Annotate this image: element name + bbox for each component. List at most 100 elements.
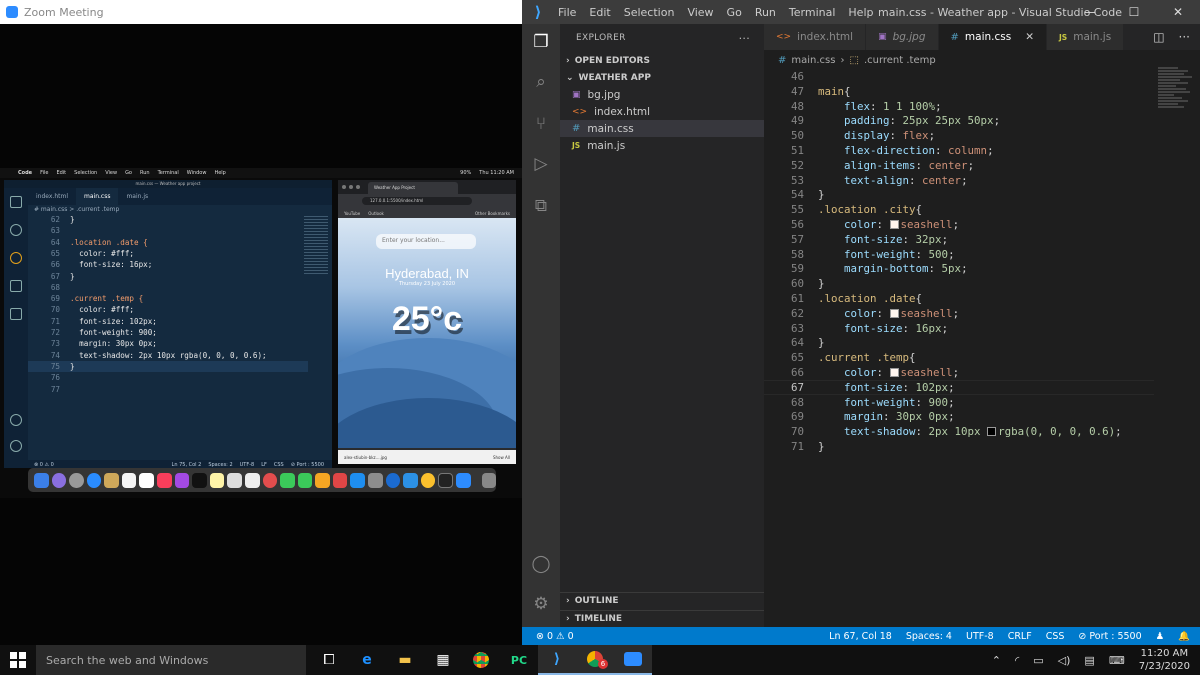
minimize-button[interactable]: — — [1068, 0, 1112, 24]
code-token: 102px — [915, 380, 949, 394]
minimap[interactable] — [1154, 66, 1200, 156]
shared-line-number: 71 — [50, 316, 60, 326]
zoom-taskbar-icon[interactable] — [614, 645, 652, 675]
bookmark-item: YouTube — [344, 210, 361, 216]
mac-menu-1: File — [40, 170, 49, 176]
action-center-icon[interactable]: ▤ — [1084, 654, 1094, 667]
code-token: ; — [948, 247, 955, 261]
search-icon[interactable]: ⌕ — [531, 72, 551, 92]
code-line: .current .temp{ — [818, 351, 916, 364]
menu-help[interactable]: Help — [848, 6, 873, 19]
keyboard-icon[interactable]: ⌨ — [1109, 654, 1125, 667]
taskbar-clock[interactable]: 11:20 AM 7/23/2020 — [1139, 647, 1190, 673]
taskbar-search-box[interactable]: Search the web and Windows — [36, 645, 306, 675]
breadcrumb-file[interactable]: main.css — [791, 55, 835, 66]
tray-overflow-icon[interactable]: ⌃ — [992, 654, 1001, 667]
battery-icon[interactable]: ▭ — [1033, 654, 1043, 667]
code-token: : — [935, 144, 949, 157]
code-token: : — [889, 114, 903, 128]
code-token: rgba(0, 0, 0, 0.6) — [998, 425, 1116, 439]
siri-icon — [51, 472, 67, 488]
vscode-window: ⟩ File Edit Selection View Go Run Termin… — [522, 0, 1200, 645]
file-main-css[interactable]: # main.css — [560, 120, 764, 137]
source-control-icon[interactable]: ⑂ — [531, 114, 551, 134]
breadcrumb-symbol[interactable]: .current .temp — [864, 55, 936, 66]
run-icon — [10, 280, 22, 292]
problems-indicator[interactable]: ⊗ 0 ⚠ 0 — [536, 631, 574, 642]
windows-taskbar: Search the web and Windows ⧠ e ▬ ▦ PC ⟩ … — [0, 645, 1200, 675]
volume-icon[interactable]: ◁) — [1058, 654, 1071, 667]
more-actions-icon[interactable]: ··· — [739, 32, 750, 45]
live-server-port[interactable]: ⊘ Port : 5500 — [1078, 631, 1141, 642]
tab-bg-jpg[interactable]: ▣ bg.jpg — [866, 24, 939, 50]
file-bg-jpg[interactable]: ▣ bg.jpg — [560, 86, 764, 103]
pycharm-icon[interactable]: PC — [500, 645, 538, 675]
settings-gear-icon[interactable]: ⚙ — [531, 594, 551, 614]
edge-icon[interactable]: e — [348, 645, 386, 675]
code-token: : — [915, 395, 929, 409]
zoom-title-bar[interactable]: Zoom Meeting — [0, 0, 522, 24]
line-number: 51 — [790, 144, 804, 157]
menu-bar: File Edit Selection View Go Run Terminal… — [558, 6, 873, 19]
chrome-icon[interactable] — [462, 645, 500, 675]
line-ending[interactable]: CRLF — [1008, 631, 1032, 642]
tv-icon — [192, 472, 207, 488]
shared-status-item: Spaces: 2 — [208, 461, 233, 468]
maximize-button[interactable]: ☐ — [1112, 0, 1156, 24]
outline-section[interactable]: › OUTLINE — [560, 592, 764, 609]
close-button[interactable]: ✕ — [1156, 0, 1200, 24]
menu-edit[interactable]: Edit — [589, 6, 610, 19]
show-all-button: Show All — [492, 454, 510, 460]
line-number: 59 — [790, 262, 804, 276]
extensions-icon[interactable]: ⧉ — [531, 196, 551, 216]
shared-code-line: color: #fff; — [70, 248, 135, 258]
start-button[interactable] — [0, 645, 36, 675]
code-token: { — [909, 351, 916, 365]
code-token: margin-bottom — [844, 262, 929, 276]
shared-code-editor: 62} 63 64 .location .date {65 color: #fff; 6… — [28, 214, 328, 454]
task-view-icon[interactable]: ⧠ — [310, 645, 348, 675]
timeline-section[interactable]: › TIMELINE — [560, 610, 764, 627]
open-editors-section[interactable]: › OPEN EDITORS — [560, 52, 764, 69]
store-icon[interactable]: ▦ — [424, 645, 462, 675]
vscode-taskbar-icon[interactable]: ⟩ — [538, 645, 576, 675]
explorer-icon[interactable]: ❐ — [531, 32, 551, 52]
run-debug-icon[interactable]: ▷ — [531, 154, 551, 174]
chrome-taskbar-icon[interactable]: 6 — [576, 645, 614, 675]
split-editor-icon[interactable]: ◫ — [1153, 30, 1164, 44]
tab-main-css[interactable]: # main.css ✕ — [938, 24, 1048, 50]
breadcrumb-separator-icon: › — [840, 54, 845, 66]
feedback-icon[interactable]: ♟ — [1156, 631, 1165, 642]
language-mode[interactable]: CSS — [1046, 631, 1065, 642]
notifications-icon[interactable]: 🔔 — [1178, 631, 1190, 642]
line-number: 68 — [790, 395, 804, 409]
menu-run[interactable]: Run — [755, 6, 776, 19]
file-main-js[interactable]: JS main.js — [560, 137, 764, 154]
tab-main-js[interactable]: JS main.js — [1047, 24, 1125, 50]
menu-terminal[interactable]: Terminal — [789, 6, 836, 19]
code-token: ; — [935, 99, 942, 113]
wifi-icon[interactable]: ◜ — [1015, 654, 1019, 667]
code-editor[interactable]: 46 47 main{48 flex: 1 1 100%; 49 padding: 2… — [764, 70, 1154, 627]
tab-index-html[interactable]: <> index.html — [764, 24, 867, 50]
line-number: 55 — [790, 203, 804, 217]
menu-view[interactable]: View — [687, 6, 713, 19]
code-token: ; — [952, 218, 960, 231]
cursor-position[interactable]: Ln 67, Col 18 — [829, 631, 892, 642]
file-index-html[interactable]: <> index.html — [560, 103, 764, 120]
indentation[interactable]: Spaces: 4 — [906, 631, 952, 642]
project-section[interactable]: ⌄ WEATHER APP — [560, 69, 764, 86]
vscode-title-bar: ⟩ File Edit Selection View Go Run Termin… — [522, 0, 1200, 24]
close-tab-icon[interactable]: ✕ — [1025, 31, 1034, 43]
shared-vscode-title: main.css — Weather app project — [4, 180, 332, 188]
code-token: .current .temp — [818, 351, 910, 365]
js-icon: JS — [572, 141, 581, 150]
menu-go[interactable]: Go — [727, 6, 742, 19]
menu-file[interactable]: File — [558, 6, 576, 19]
file-explorer-icon[interactable]: ▬ — [386, 645, 424, 675]
account-icon[interactable]: ◯ — [531, 554, 551, 574]
encoding[interactable]: UTF-8 — [966, 631, 994, 642]
line-number: 47 — [790, 84, 804, 98]
more-actions-icon[interactable]: ··· — [1179, 30, 1190, 44]
menu-selection[interactable]: Selection — [624, 6, 675, 19]
